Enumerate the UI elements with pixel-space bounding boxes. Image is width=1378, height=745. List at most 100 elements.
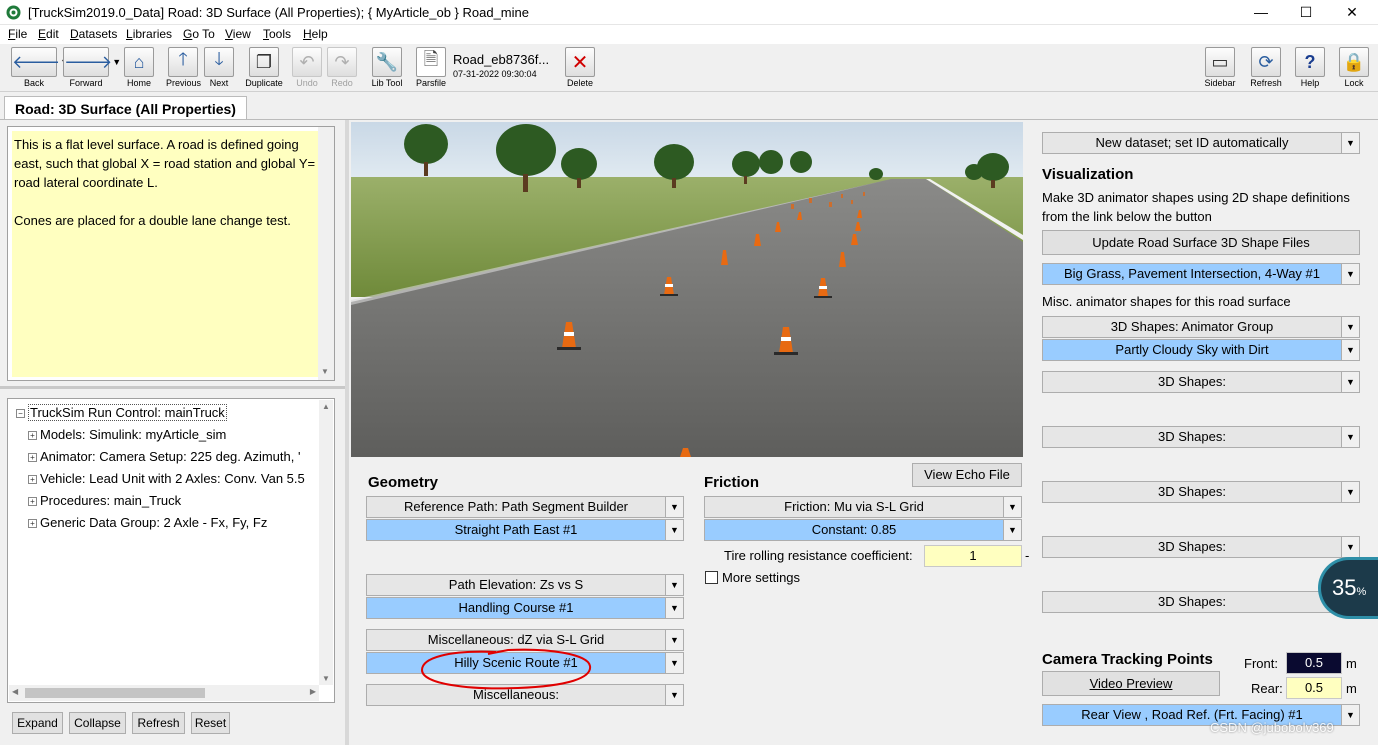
notes-scrollbar[interactable]: ▼ [318,127,334,380]
panel-splitter[interactable] [0,386,345,389]
tree-refresh-button[interactable]: Refresh [132,712,185,734]
previous-button[interactable]: 🡑 Previous [166,47,201,91]
tree-root[interactable]: − TruckSim Run Control: mainTruck [16,404,227,427]
tree-item-vehicle[interactable]: + Vehicle: Lead Unit with 2 Axles: Conv. … [28,471,305,493]
menu-edit[interactable]: Edit [38,27,59,41]
tree-item-procedures[interactable]: + Procedures: main_Truck [28,493,181,515]
new-dataset-selector[interactable]: New dataset; set ID automatically ▼ [1042,132,1360,154]
video-preview-button[interactable]: Video Preview [1042,671,1220,696]
tree-vertical-scrollbar[interactable]: ▲ ▼ [319,400,333,685]
reset-button[interactable]: Reset [191,712,230,734]
tree-horizontal-scrollbar[interactable]: ◀ ▶ [9,685,319,701]
chevron-down-icon[interactable]: ▼ [1341,372,1359,392]
view-echo-file-button[interactable]: View Echo File [912,463,1022,487]
vertical-divider [345,120,349,745]
menu-tools[interactable]: Tools [263,27,291,41]
run-control-tree[interactable]: − TruckSim Run Control: mainTruck + Models… [7,398,335,703]
maximize-button[interactable]: ☐ [1283,0,1329,25]
close-button[interactable]: ✕ [1329,0,1375,25]
rear-input[interactable]: 0.5 [1286,677,1342,699]
update-shape-files-button[interactable]: Update Road Surface 3D Shape Files [1042,230,1360,255]
road-shape-dataset[interactable]: Big Grass, Pavement Intersection, 4-Way … [1042,263,1360,285]
scroll-up-icon[interactable]: ▲ [322,402,330,411]
undo-button[interactable]: ↶ Undo [292,47,322,91]
friction-selector[interactable]: Friction: Mu via S-L Grid ▼ [704,496,1022,518]
chevron-down-icon[interactable]: ▼ [665,685,683,705]
menu-libraries[interactable]: Libraries [126,27,172,41]
chevron-down-icon[interactable]: ▼ [1341,482,1359,502]
chevron-down-icon[interactable]: ▼ [1003,520,1021,540]
shapes-selector-1[interactable]: 3D Shapes: ▼ [1042,371,1360,393]
expand-icon[interactable]: + [28,431,37,440]
chevron-down-icon[interactable]: ▼ [665,520,683,540]
next-button[interactable]: 🡓 Next [203,47,235,91]
rolling-resistance-input[interactable]: 1 [924,545,1022,567]
menu-goto[interactable]: Go To [183,27,215,41]
shapes-selector-4[interactable]: 3D Shapes: ▼ [1042,536,1360,558]
tree-item-animator[interactable]: + Animator: Camera Setup: 225 deg. Azimut… [28,449,300,471]
minimize-button[interactable]: — [1238,0,1284,25]
page-tab[interactable]: Road: 3D Surface (All Properties) [4,96,247,120]
expand-icon[interactable]: + [28,453,37,462]
chevron-down-icon[interactable]: ▼ [665,497,683,517]
front-input[interactable]: 0.5 [1286,652,1342,674]
chevron-down-icon[interactable]: ▼ [1341,264,1359,284]
chevron-down-icon[interactable]: ▼ [665,653,683,673]
notes-text-area[interactable]: This is a flat level surface. A road is … [12,131,318,377]
scroll-down-icon[interactable]: ▼ [322,674,330,683]
expand-button[interactable]: Expand [12,712,63,734]
tree-item-models[interactable]: + Models: Simulink: myArticle_sim [28,427,226,449]
redo-button[interactable]: ↷ Redo [327,47,357,91]
menu-view[interactable]: View [225,27,251,41]
path-elevation-dataset[interactable]: Handling Course #1 ▼ [366,597,684,619]
refresh-button[interactable]: ⟳ Refresh [1249,47,1283,91]
duplicate-button[interactable]: ❐ Duplicate [242,47,286,91]
shapes-selector-3[interactable]: 3D Shapes: ▼ [1042,481,1360,503]
chevron-down-icon[interactable]: ▼ [1341,340,1359,360]
sidebar-button[interactable]: ▭ Sidebar [1202,47,1238,91]
notes-panel[interactable]: This is a flat level surface. A road is … [7,126,335,381]
friction-dataset[interactable]: Constant: 0.85 ▼ [704,519,1022,541]
shapes-selector-5[interactable]: 3D Shapes: ▼ [1042,591,1360,613]
chevron-down-icon[interactable]: ▼ [665,630,683,650]
chevron-down-icon[interactable]: ▼ [1003,497,1021,517]
watermark: CSDN @jubobolv369 [1210,720,1334,735]
chevron-down-icon[interactable]: ▼ [1341,133,1359,153]
collapse-button[interactable]: Collapse [69,712,126,734]
path-elevation-selector[interactable]: Path Elevation: Zs vs S ▼ [366,574,684,596]
scroll-down-icon[interactable]: ▼ [321,367,329,376]
lib-tool-button[interactable]: 🔧 Lib Tool [368,47,406,91]
shapes-selector-2[interactable]: 3D Shapes: ▼ [1042,426,1360,448]
chevron-down-icon[interactable]: ▼ [665,575,683,595]
collapse-icon[interactable]: − [16,409,25,418]
menu-goto-label: o To [192,27,215,41]
chevron-down-icon[interactable]: ▼ [665,598,683,618]
reference-path-selector[interactable]: Reference Path: Path Segment Builder ▼ [366,496,684,518]
menu-help[interactable]: Help [303,27,328,41]
lock-button[interactable]: 🔒 Lock [1338,47,1370,91]
animator-group-dataset[interactable]: Partly Cloudy Sky with Dirt ▼ [1042,339,1360,361]
reference-path-dataset[interactable]: Straight Path East #1 ▼ [366,519,684,541]
forward-button[interactable]: 🡒 ▼ Forward [62,47,121,91]
menu-file[interactable]: File [8,27,27,41]
expand-icon[interactable]: + [28,519,37,528]
tree-item-generic-data[interactable]: + Generic Data Group: 2 Axle - Fx, Fy, Fz [28,515,267,537]
scroll-right-icon[interactable]: ▶ [310,687,316,696]
parsfile-button[interactable]: 🗎 Parsfile [414,47,448,91]
delete-button[interactable]: ✕ Delete [564,47,596,91]
chevron-down-icon[interactable]: ▼ [1341,317,1359,337]
home-button[interactable]: ⌂ Home [123,47,155,91]
animator-group-selector[interactable]: 3D Shapes: Animator Group ▼ [1042,316,1360,338]
scroll-thumb[interactable] [25,688,205,698]
more-settings-checkbox[interactable] [705,571,718,584]
chevron-down-icon[interactable]: ▼ [1341,427,1359,447]
chevron-down-icon[interactable]: ▼ [1341,705,1359,725]
expand-icon[interactable]: + [28,497,37,506]
back-button[interactable]: 🡐▼ Back [10,47,69,91]
chevron-down-icon[interactable]: ▼ [1341,537,1359,557]
menu-datasets[interactable]: Datasets [70,27,117,41]
menu-datasets-label: atasets [78,27,118,41]
scroll-left-icon[interactable]: ◀ [12,687,18,696]
expand-icon[interactable]: + [28,475,37,484]
help-button[interactable]: ? Help [1294,47,1326,91]
